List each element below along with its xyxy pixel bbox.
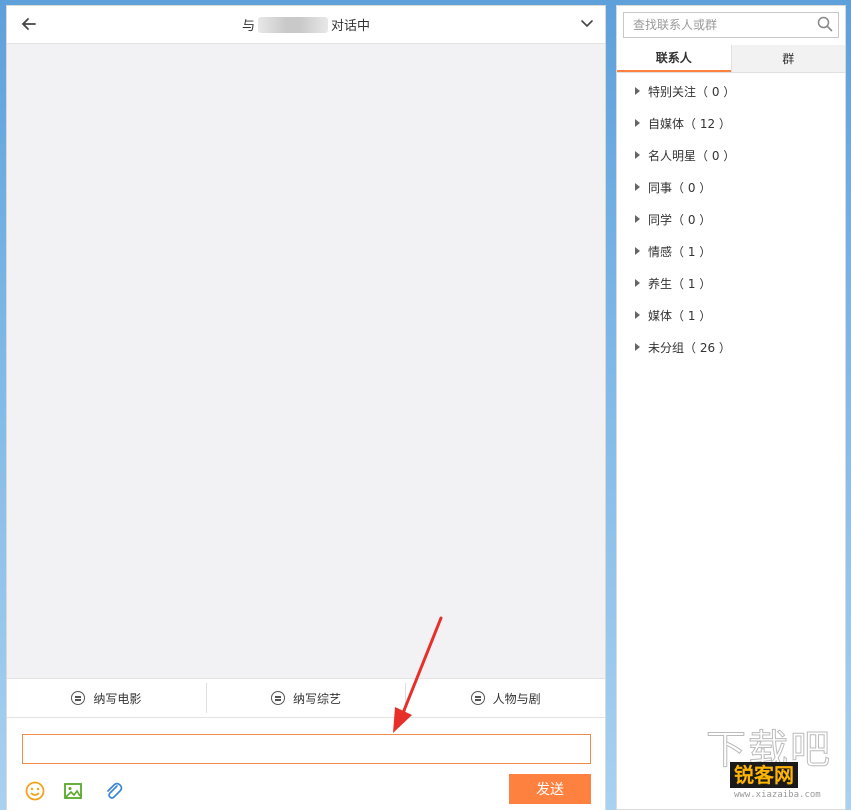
chat-title-prefix: 与 <box>241 19 255 34</box>
caret-right-icon <box>635 183 640 191</box>
quick-reply-label: 纳写电影 <box>93 691 142 706</box>
caret-right-icon <box>635 279 640 287</box>
contact-search <box>623 12 839 38</box>
group-item[interactable]: 名人明星（ 0 ） <box>617 139 845 171</box>
group-label: 名人明星（ 0 ） <box>648 148 736 163</box>
chat-header: 与 对话中 <box>7 6 605 44</box>
menu-circle-icon <box>470 691 485 705</box>
watermark-brand: 锐客网 <box>730 762 798 788</box>
site-watermark: 下载吧 锐客网 www.xiazaiba.com <box>706 730 846 808</box>
caret-right-icon <box>635 311 640 319</box>
group-item[interactable]: 自媒体（ 12 ） <box>617 107 845 139</box>
caret-right-icon <box>635 151 640 159</box>
quick-reply-bar: 纳写电影 纳写综艺 人物与剧 <box>7 678 605 718</box>
watermark-url: www.xiazaiba.com <box>734 790 821 800</box>
caret-right-icon <box>635 247 640 255</box>
group-label: 同学（ 0 ） <box>648 212 712 227</box>
message-area <box>7 44 605 678</box>
group-label: 媒体（ 1 ） <box>648 308 712 323</box>
tab-groups[interactable]: 群 <box>730 45 845 72</box>
chat-title: 与 对话中 <box>242 15 370 34</box>
send-button[interactable]: 发送 <box>509 774 591 804</box>
image-icon[interactable] <box>62 780 84 802</box>
quick-reply-label: 人物与剧 <box>492 691 541 706</box>
chevron-down-icon[interactable] <box>579 15 595 31</box>
quick-reply-label: 纳写综艺 <box>293 691 342 706</box>
menu-circle-icon <box>71 691 86 705</box>
group-item[interactable]: 情感（ 1 ） <box>617 235 845 267</box>
group-item[interactable]: 未分组（ 26 ） <box>617 331 845 363</box>
chat-title-suffix: 对话中 <box>331 19 371 34</box>
group-label: 情感（ 1 ） <box>648 244 712 259</box>
emoji-icon[interactable] <box>24 780 46 802</box>
group-label: 自媒体（ 12 ） <box>648 116 731 131</box>
group-label: 特别关注（ 0 ） <box>648 84 736 99</box>
caret-right-icon <box>635 343 640 351</box>
quick-reply-2[interactable]: 纳写综艺 <box>205 683 406 713</box>
paperclip-icon[interactable] <box>102 780 124 802</box>
quick-reply-3[interactable]: 人物与剧 <box>405 683 605 713</box>
group-label: 未分组（ 26 ） <box>648 340 731 355</box>
quick-reply-1[interactable]: 纳写电影 <box>7 683 206 713</box>
group-label: 同事（ 0 ） <box>648 180 712 195</box>
search-icon[interactable] <box>817 16 833 32</box>
group-item[interactable]: 养生（ 1 ） <box>617 267 845 299</box>
caret-right-icon <box>635 215 640 223</box>
contact-tabs: 联系人 群 <box>617 45 845 73</box>
contacts-panel: 联系人 群 特别关注（ 0 ） 自媒体（ 12 ） 名人明星（ 0 ） 同事（ … <box>616 5 846 810</box>
group-label: 养生（ 1 ） <box>648 276 712 291</box>
group-item[interactable]: 媒体（ 1 ） <box>617 299 845 331</box>
search-input[interactable] <box>623 12 839 38</box>
caret-right-icon <box>635 87 640 95</box>
group-item[interactable]: 同学（ 0 ） <box>617 203 845 235</box>
contact-group-list: 特别关注（ 0 ） 自媒体（ 12 ） 名人明星（ 0 ） 同事（ 0 ） 同学… <box>617 73 845 363</box>
tab-contacts[interactable]: 联系人 <box>617 45 731 72</box>
chat-window: 与 对话中 纳写电影 纳写综艺 人物与剧 发送 <box>6 5 606 810</box>
composer: 发送 <box>7 718 605 810</box>
menu-circle-icon <box>271 691 285 705</box>
group-item[interactable]: 特别关注（ 0 ） <box>617 75 845 107</box>
back-arrow-icon[interactable] <box>19 14 39 34</box>
caret-right-icon <box>635 119 640 127</box>
redacted-contact-name <box>258 16 328 33</box>
message-input[interactable] <box>22 734 591 764</box>
group-item[interactable]: 同事（ 0 ） <box>617 171 845 203</box>
